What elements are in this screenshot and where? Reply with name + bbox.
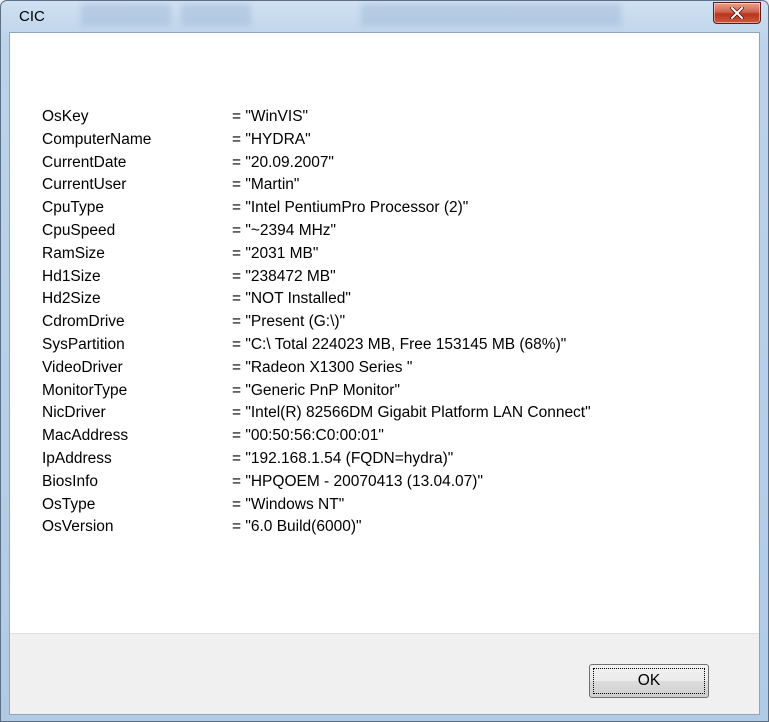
ok-button-label: OK: [593, 668, 705, 694]
info-row: CurrentDate = "20.09.2007": [42, 152, 591, 175]
info-row: CdromDrive = "Present (G:\)": [42, 311, 591, 334]
info-panel: OsKey = "WinVIS" ComputerName = "HYDRA" Curr…: [10, 33, 759, 633]
info-row: SysPartition = "C:\ Total 224023 MB, Free…: [42, 334, 591, 357]
info-value: = "192.168.1.54 (FQDN=hydra)": [232, 449, 454, 467]
info-row: BiosInfo = "HPQOEM - 20070413 (13.04.07)": [42, 471, 591, 494]
button-bar: OK: [10, 633, 759, 714]
info-key: RamSize: [42, 244, 105, 262]
info-key: OsKey: [42, 108, 89, 125]
info-key: VideoDriver: [42, 358, 123, 376]
info-row: CurrentUser = "Martin": [42, 174, 591, 197]
info-value: = "~2394 MHz": [232, 221, 337, 239]
title-bar[interactable]: CIC: [1, 1, 768, 32]
background-blur: [361, 4, 621, 26]
info-value: = "2031 MB": [232, 244, 319, 262]
info-row: Hd2Size = "NOT Installed": [42, 288, 591, 311]
info-row: OsVersion = "6.0 Build(6000)": [42, 516, 591, 539]
info-row: OsKey = "WinVIS": [42, 106, 591, 129]
info-value: = "00:50:56:C0:00:01": [232, 427, 384, 445]
info-row: ComputerName = "HYDRA": [42, 129, 591, 152]
info-key: CpuType: [42, 199, 105, 217]
info-value: = "Radeon X1300 Series ": [232, 358, 413, 376]
info-key: MonitorType: [42, 381, 128, 399]
info-key: NicDriver: [42, 404, 106, 422]
info-row: Hd1Size = "238472 MB": [42, 266, 591, 289]
background-blur: [81, 4, 171, 26]
info-row: CpuSpeed = "~2394 MHz": [42, 220, 591, 243]
info-value: = "C:\ Total 224023 MB, Free 153145 MB (…: [232, 335, 567, 353]
info-value: = "NOT Installed": [232, 290, 351, 308]
info-row: CpuType = "Intel PentiumPro Processor (2)…: [42, 197, 591, 220]
close-x-icon: [730, 7, 744, 19]
info-key: CurrentDate: [42, 153, 127, 171]
info-value: = "Martin": [232, 176, 300, 194]
info-value: = "Generic PnP Monitor": [232, 381, 400, 399]
info-value: = "WinVIS": [232, 108, 309, 125]
info-key: Hd2Size: [42, 290, 101, 308]
info-key: CurrentUser: [42, 176, 127, 194]
background-blur: [181, 4, 251, 26]
system-info-table: OsKey = "WinVIS" ComputerName = "HYDRA" Curr…: [42, 106, 591, 539]
info-row: RamSize = "2031 MB": [42, 243, 591, 266]
info-row: MonitorType = "Generic PnP Monitor": [42, 380, 591, 403]
info-value: = "238472 MB": [232, 267, 336, 285]
info-key: CdromDrive: [42, 313, 125, 331]
info-value: = "Intel(R) 82566DM Gigabit Platform LAN…: [232, 404, 591, 422]
info-key: BiosInfo: [42, 472, 99, 490]
info-key: IpAddress: [42, 449, 112, 467]
ok-button[interactable]: OK: [589, 664, 709, 698]
info-value: = "6.0 Build(6000)": [232, 518, 362, 536]
info-row: IpAddress = "192.168.1.54 (FQDN=hydra)": [42, 448, 591, 471]
dialog-client-area: OsKey = "WinVIS" ComputerName = "HYDRA" Curr…: [9, 32, 760, 715]
info-value: = "20.09.2007": [232, 153, 334, 171]
info-key: SysPartition: [42, 335, 125, 353]
info-value: = "Windows NT": [232, 495, 345, 513]
info-key: OsType: [42, 495, 96, 513]
info-row: OsType = "Windows NT": [42, 494, 591, 517]
close-button[interactable]: [713, 2, 761, 24]
info-key: Hd1Size: [42, 267, 101, 285]
info-key: ComputerName: [42, 130, 152, 148]
info-key: MacAddress: [42, 427, 129, 445]
info-row: NicDriver = "Intel(R) 82566DM Gigabit Pla…: [42, 402, 591, 425]
info-row: MacAddress = "00:50:56:C0:00:01": [42, 425, 591, 448]
info-key: CpuSpeed: [42, 221, 116, 239]
dialog-window: CIC OsKey = "WinVIS" ComputerName = "HYDRA"…: [0, 0, 769, 722]
info-value: = "Intel PentiumPro Processor (2)": [232, 199, 469, 217]
window-title: CIC: [19, 8, 45, 25]
info-row: VideoDriver = "Radeon X1300 Series ": [42, 357, 591, 380]
info-key: OsVersion: [42, 518, 114, 536]
info-value: = "HYDRA": [232, 130, 311, 148]
info-value: = "Present (G:\)": [232, 313, 346, 331]
info-value: = "HPQOEM - 20070413 (13.04.07)": [232, 472, 483, 490]
